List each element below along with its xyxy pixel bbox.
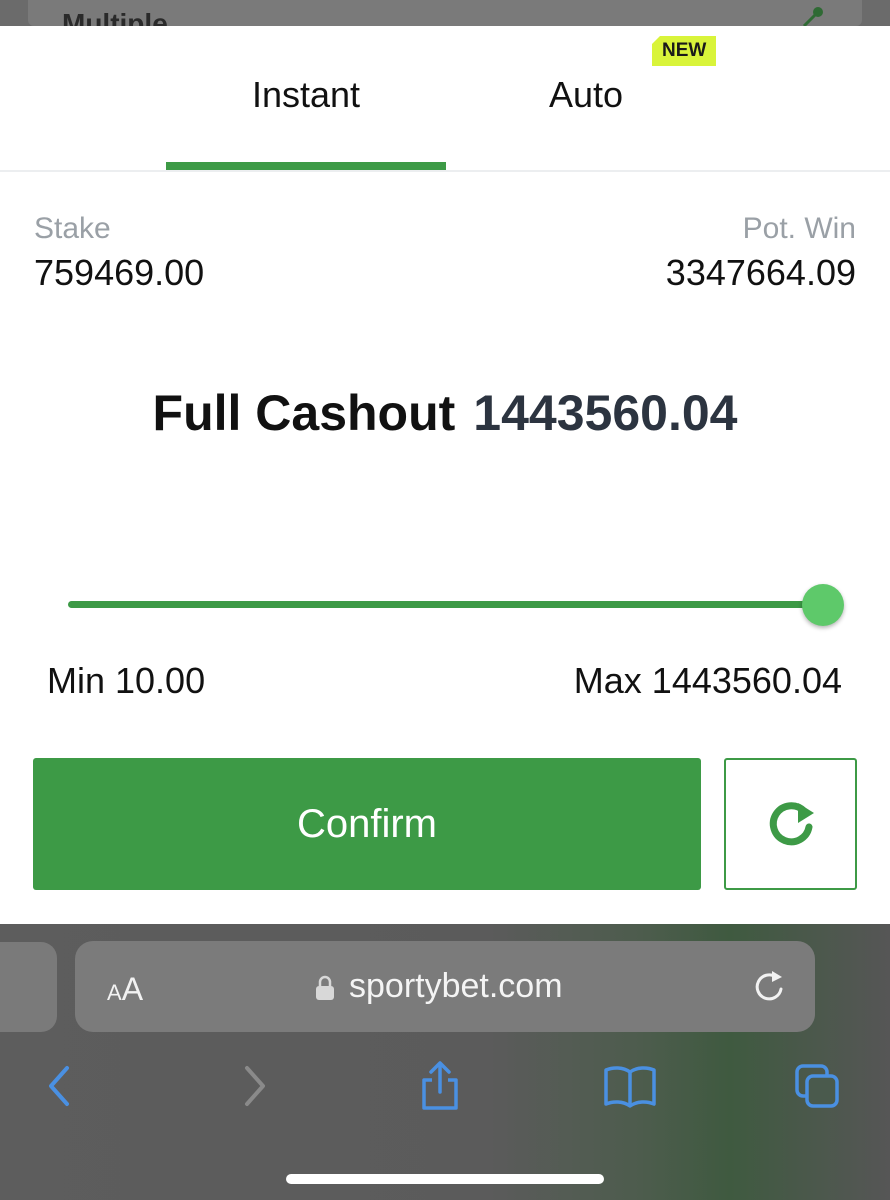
cashout-slider-track[interactable]: [68, 601, 824, 608]
slider-max-label: Max 1443560.04: [573, 660, 842, 701]
share-node-icon: [802, 7, 823, 26]
previous-tab-pill[interactable]: [0, 942, 57, 1032]
confirm-button-label: Confirm: [296, 801, 438, 846]
forward-icon: [245, 1066, 265, 1106]
background-title: Multiple: [62, 8, 168, 26]
confirm-button[interactable]: Confirm: [33, 758, 701, 890]
browser-toolbar: AA sportybet.com: [0, 924, 890, 1200]
slider-min-label: Min 10.00: [47, 660, 206, 701]
forward-button[interactable]: [226, 1058, 282, 1114]
full-cashout-amount: 1443560.04: [473, 385, 738, 441]
tab-instant[interactable]: Instant: [166, 26, 446, 170]
refresh-icon: [769, 802, 814, 846]
bookmarks-button[interactable]: [602, 1058, 658, 1114]
lock-icon: [316, 975, 334, 1000]
bookmarks-icon: [604, 1066, 656, 1108]
reload-icon[interactable]: [749, 967, 789, 1007]
tab-instant-label: Instant: [251, 74, 361, 115]
pot-win-value: 3347664.09: [665, 252, 856, 293]
full-cashout-label: Full Cashout: [152, 385, 456, 441]
cashout-sheet: Instant Auto NEW Stake 759469.00 Pot. Wi…: [0, 26, 890, 924]
stake-label: Stake: [34, 212, 111, 245]
tabs-button[interactable]: [790, 1058, 846, 1114]
tabs-icon: [795, 1064, 839, 1108]
active-tab-indicator: [166, 162, 446, 170]
text-size-button[interactable]: AA: [107, 971, 143, 1008]
back-icon: [49, 1066, 69, 1106]
share-icon: [422, 1061, 458, 1110]
full-cashout-row: Full Cashout 1443560.04: [0, 384, 890, 442]
share-button[interactable]: [412, 1058, 468, 1114]
refresh-button[interactable]: [724, 758, 857, 890]
back-button[interactable]: [32, 1058, 88, 1114]
tab-auto-label: Auto: [548, 74, 624, 115]
url-text[interactable]: sportybet.com: [349, 967, 563, 1006]
cashout-tabs: Instant Auto NEW: [0, 26, 890, 172]
pot-win-label: Pot. Win: [742, 212, 856, 245]
stake-value: 759469.00: [34, 252, 205, 293]
home-indicator: [286, 1174, 604, 1184]
cashout-slider-thumb[interactable]: [802, 584, 844, 626]
new-badge: NEW: [652, 36, 717, 66]
address-bar[interactable]: AA sportybet.com: [75, 941, 815, 1032]
background-page: Multiple: [0, 0, 890, 26]
